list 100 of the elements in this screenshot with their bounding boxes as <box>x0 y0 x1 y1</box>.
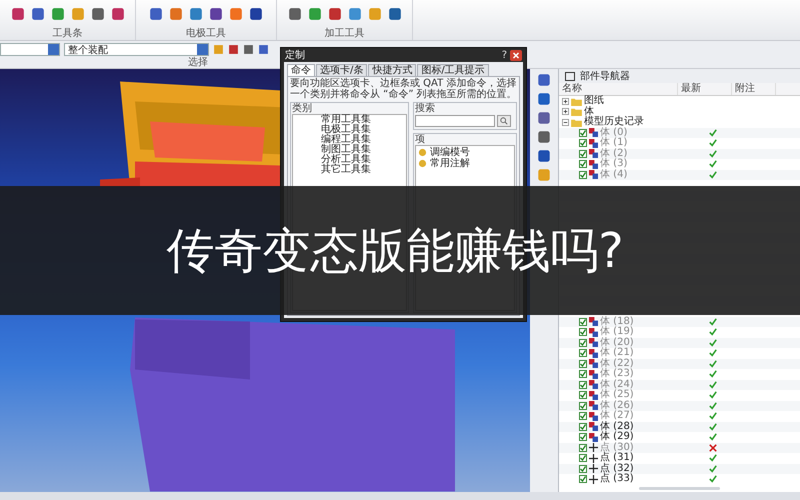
tool-icon[interactable] <box>536 110 552 126</box>
checkbox[interactable] <box>579 318 587 326</box>
close-button[interactable] <box>510 50 522 60</box>
checkbox[interactable] <box>579 160 587 168</box>
tree-item: 体 (19) <box>600 327 634 337</box>
tool-icon[interactable] <box>536 72 552 88</box>
tab[interactable]: 命令 <box>287 64 315 76</box>
checkbox[interactable] <box>579 328 587 336</box>
list-item[interactable]: 制图工具集 <box>321 145 406 155</box>
column-header[interactable]: 最新 <box>678 83 732 95</box>
checkbox[interactable] <box>579 338 587 347</box>
help-button[interactable]: ? <box>502 50 507 60</box>
tool-icon[interactable] <box>110 7 124 21</box>
tool-icon[interactable] <box>536 148 552 164</box>
tool-icon[interactable] <box>209 7 223 21</box>
scrollbar[interactable] <box>639 486 720 490</box>
list-item[interactable]: 常用注解 <box>430 158 470 169</box>
checkbox[interactable] <box>579 402 587 410</box>
body-icon <box>589 348 598 358</box>
checkbox[interactable] <box>579 412 587 420</box>
checkbox[interactable] <box>579 150 587 158</box>
tree-item: 体 (28) <box>600 422 634 432</box>
tool-icon[interactable] <box>90 7 104 21</box>
column-header[interactable]: 名称 <box>559 83 678 95</box>
tree-item: 体 (18) <box>600 316 634 326</box>
tree-row[interactable]: 体 (1) <box>559 138 800 148</box>
tree-row[interactable]: 体 (27) <box>559 411 800 422</box>
search-icon <box>500 117 508 125</box>
tab[interactable]: 图标/工具提示 <box>417 64 489 76</box>
plus-point-icon <box>589 443 598 452</box>
tree-row[interactable]: 点 (32) <box>559 464 800 474</box>
body-icon <box>589 412 598 421</box>
checkbox[interactable] <box>579 444 587 452</box>
tab[interactable]: 快捷方式 <box>368 64 416 76</box>
checkbox[interactable] <box>579 391 587 400</box>
expand-toggle[interactable] <box>562 108 569 116</box>
tool-icon[interactable] <box>149 7 163 21</box>
tree-item: 体 (1) <box>600 138 628 148</box>
tab[interactable]: 选项卡/条 <box>316 64 368 76</box>
list-item[interactable]: 电极工具集 <box>321 125 406 135</box>
tool-icon[interactable] <box>288 7 302 21</box>
tool-icon[interactable] <box>189 7 203 21</box>
checkbox[interactable] <box>579 380 587 389</box>
column-header[interactable]: 附注 <box>732 83 776 95</box>
tree-item[interactable]: 模型历史记录 <box>584 117 644 128</box>
checkbox[interactable] <box>579 475 587 484</box>
tool-icon[interactable] <box>10 7 24 21</box>
checkbox[interactable] <box>579 370 587 378</box>
body-icon <box>589 422 598 432</box>
tree-item: 体 (0) <box>600 128 628 138</box>
checkbox[interactable] <box>579 464 587 473</box>
checkbox[interactable] <box>579 360 587 368</box>
tree-row[interactable]: 点 (31) <box>559 453 800 464</box>
tree-row[interactable]: 体 (25) <box>559 390 800 400</box>
description-text: 要向功能区选项卡、边框条或 QAT 添加命令，选择一个类别并将命令从 “命令” 列表拖至所需的位置。 <box>290 79 517 100</box>
tool-icon[interactable] <box>228 44 239 55</box>
expand-toggle[interactable] <box>562 118 569 126</box>
search-field[interactable] <box>415 115 495 127</box>
scope-dropdown[interactable]: 整个装配 <box>64 43 209 56</box>
tree-row[interactable]: 体 (21) <box>559 348 800 358</box>
tree-row[interactable]: 体 (28) <box>559 422 800 432</box>
search-button[interactable] <box>497 115 511 127</box>
tree-row[interactable]: 点 (33) <box>559 474 800 484</box>
tool-icon[interactable] <box>243 44 254 55</box>
tree-row[interactable]: 体 (29) <box>559 432 800 442</box>
body-icon <box>589 380 598 390</box>
group-title: 项 <box>415 135 426 145</box>
tree-item: 体 (2) <box>600 148 628 158</box>
checkbox[interactable] <box>579 128 587 137</box>
tree-item: 体 (20) <box>600 338 634 348</box>
tool-icon[interactable] <box>536 129 552 145</box>
tool-icon[interactable] <box>30 7 44 21</box>
expand-toggle[interactable] <box>562 98 569 105</box>
tree-item[interactable]: 体 <box>584 106 594 117</box>
tree-row[interactable]: 体 (19) <box>559 327 800 338</box>
checkbox[interactable] <box>579 349 587 358</box>
body-icon <box>589 317 598 326</box>
tool-icon[interactable] <box>536 91 552 107</box>
tool-icon[interactable] <box>328 7 342 21</box>
headline-text: 传奇变态版能赚钱吗? <box>166 222 625 280</box>
body-icon <box>589 370 598 379</box>
checkbox[interactable] <box>579 433 587 442</box>
tool-icon[interactable] <box>249 7 263 21</box>
tool-icon[interactable] <box>388 7 402 21</box>
list-item[interactable]: 常用工具集 <box>321 115 406 125</box>
tree-item: 体 (29) <box>600 432 634 442</box>
body-icon <box>589 338 598 348</box>
filter-dropdown[interactable] <box>0 43 60 56</box>
checkbox[interactable] <box>579 170 587 179</box>
tree-row[interactable]: 体 (23) <box>559 369 800 380</box>
list-item[interactable]: 调编模号 <box>430 147 470 158</box>
tool-icon[interactable] <box>258 44 269 55</box>
tree-item[interactable]: 图纸 <box>584 96 604 106</box>
checkbox[interactable] <box>579 422 587 431</box>
checkbox[interactable] <box>579 454 587 462</box>
list-item[interactable]: 编程工具集 <box>321 135 406 145</box>
list-item[interactable]: 分析工具集 <box>321 155 406 165</box>
list-item[interactable]: 其它工具集 <box>321 165 406 175</box>
tree-row[interactable]: 体 (3) <box>559 159 800 170</box>
checkbox[interactable] <box>579 139 587 148</box>
